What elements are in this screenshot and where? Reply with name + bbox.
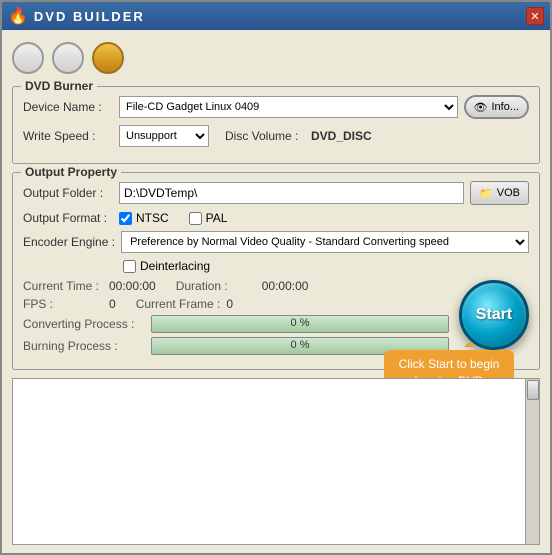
vob-button[interactable]: 📁 VOB — [470, 181, 529, 205]
burning-label: Burning Process : — [23, 339, 143, 353]
fps-item: FPS : 0 — [23, 297, 116, 311]
deinterlacing-checkbox[interactable] — [123, 260, 136, 273]
current-time-value: 00:00:00 — [109, 279, 156, 293]
progress-start-area: Converting Process : 0 % Burning Process… — [23, 315, 529, 359]
info-button[interactable]: 👁 Info... — [464, 95, 530, 119]
duration-item: Duration : 00:00:00 — [176, 279, 309, 293]
device-name-row: Device Name : File-CD Gadget Linux 0409 … — [23, 95, 529, 119]
current-frame-value: 0 — [226, 297, 233, 311]
converting-progress-bar: 0 % — [151, 315, 449, 333]
eye-icon: 👁 — [474, 101, 488, 114]
output-property-group: Output Property Output Folder : 📁 VOB Ou… — [12, 172, 540, 370]
converting-percent: 0 % — [152, 317, 448, 329]
deinterlace-row: Deinterlacing — [23, 259, 529, 273]
output-folder-label: Output Folder : — [23, 186, 113, 200]
stats-row-2: FPS : 0 Current Frame : 0 — [23, 297, 529, 311]
toolbar — [12, 38, 540, 78]
ntsc-label: NTSC — [136, 211, 169, 225]
encoder-label: Encoder Engine : — [23, 235, 115, 249]
duration-value: 00:00:00 — [262, 279, 309, 293]
pal-checkbox[interactable] — [189, 212, 202, 225]
toolbar-btn-2[interactable] — [52, 42, 84, 74]
output-property-label: Output Property — [21, 165, 121, 179]
deinterlacing-text: Deinterlacing — [140, 259, 210, 273]
ntsc-checkbox[interactable] — [119, 212, 132, 225]
current-time-label: Current Time : — [23, 279, 103, 293]
dvd-burner-label: DVD Burner — [21, 79, 97, 93]
write-speed-row: Write Speed : Unsupport Disc Volume : DV… — [23, 125, 529, 147]
stats-section: Current Time : 00:00:00 Duration : 00:00… — [23, 275, 529, 315]
pal-checkbox-label[interactable]: PAL — [189, 211, 228, 225]
fps-label: FPS : — [23, 297, 103, 311]
current-frame-label: Current Frame : — [136, 297, 221, 311]
output-folder-input[interactable] — [119, 182, 464, 204]
deinterlacing-label[interactable]: Deinterlacing — [123, 259, 210, 273]
disc-volume-value: DVD_DISC — [311, 129, 372, 143]
device-name-label: Device Name : — [23, 100, 113, 114]
main-window: 🔥 DVD BUILDER ✕ DVD Burner Device Name :… — [0, 0, 552, 555]
ntsc-checkbox-label[interactable]: NTSC — [119, 211, 169, 225]
output-format-label: Output Format : — [23, 211, 113, 225]
encoder-select[interactable]: Preference by Normal Video Quality - Sta… — [121, 231, 529, 253]
converting-label: Converting Process : — [23, 317, 143, 331]
close-button[interactable]: ✕ — [526, 7, 544, 25]
toolbar-btn-1[interactable] — [12, 42, 44, 74]
output-folder-row: Output Folder : 📁 VOB — [23, 181, 529, 205]
start-column: Start Click Start to begin burning DVD — [449, 315, 529, 359]
toolbar-btn-3[interactable] — [92, 42, 124, 74]
scrollbar-track[interactable] — [525, 379, 539, 544]
scrollbar-thumb[interactable] — [527, 380, 539, 400]
encoder-row: Encoder Engine : Preference by Normal Vi… — [23, 231, 529, 253]
start-button[interactable]: Start — [459, 280, 529, 350]
write-speed-label: Write Speed : — [23, 129, 113, 143]
device-name-select[interactable]: File-CD Gadget Linux 0409 — [119, 96, 458, 118]
duration-label: Duration : — [176, 279, 256, 293]
app-icon: 🔥 — [8, 6, 28, 26]
disc-volume-label: Disc Volume : — [225, 129, 305, 143]
write-speed-select[interactable]: Unsupport — [119, 125, 209, 147]
dvd-burner-group: DVD Burner Device Name : File-CD Gadget … — [12, 86, 540, 164]
folder-icon: 📁 — [479, 187, 493, 200]
stats-row-1: Current Time : 00:00:00 Duration : 00:00… — [23, 279, 529, 293]
output-format-row: Output Format : NTSC PAL — [23, 211, 529, 225]
current-time-item: Current Time : 00:00:00 — [23, 279, 156, 293]
window-title: DVD BUILDER — [34, 9, 145, 24]
log-area — [12, 378, 540, 545]
fps-value: 0 — [109, 297, 116, 311]
current-frame-item: Current Frame : 0 — [136, 297, 233, 311]
pal-label: PAL — [206, 211, 228, 225]
converting-row: Converting Process : 0 % — [23, 315, 449, 333]
titlebar: 🔥 DVD BUILDER ✕ — [2, 2, 550, 30]
